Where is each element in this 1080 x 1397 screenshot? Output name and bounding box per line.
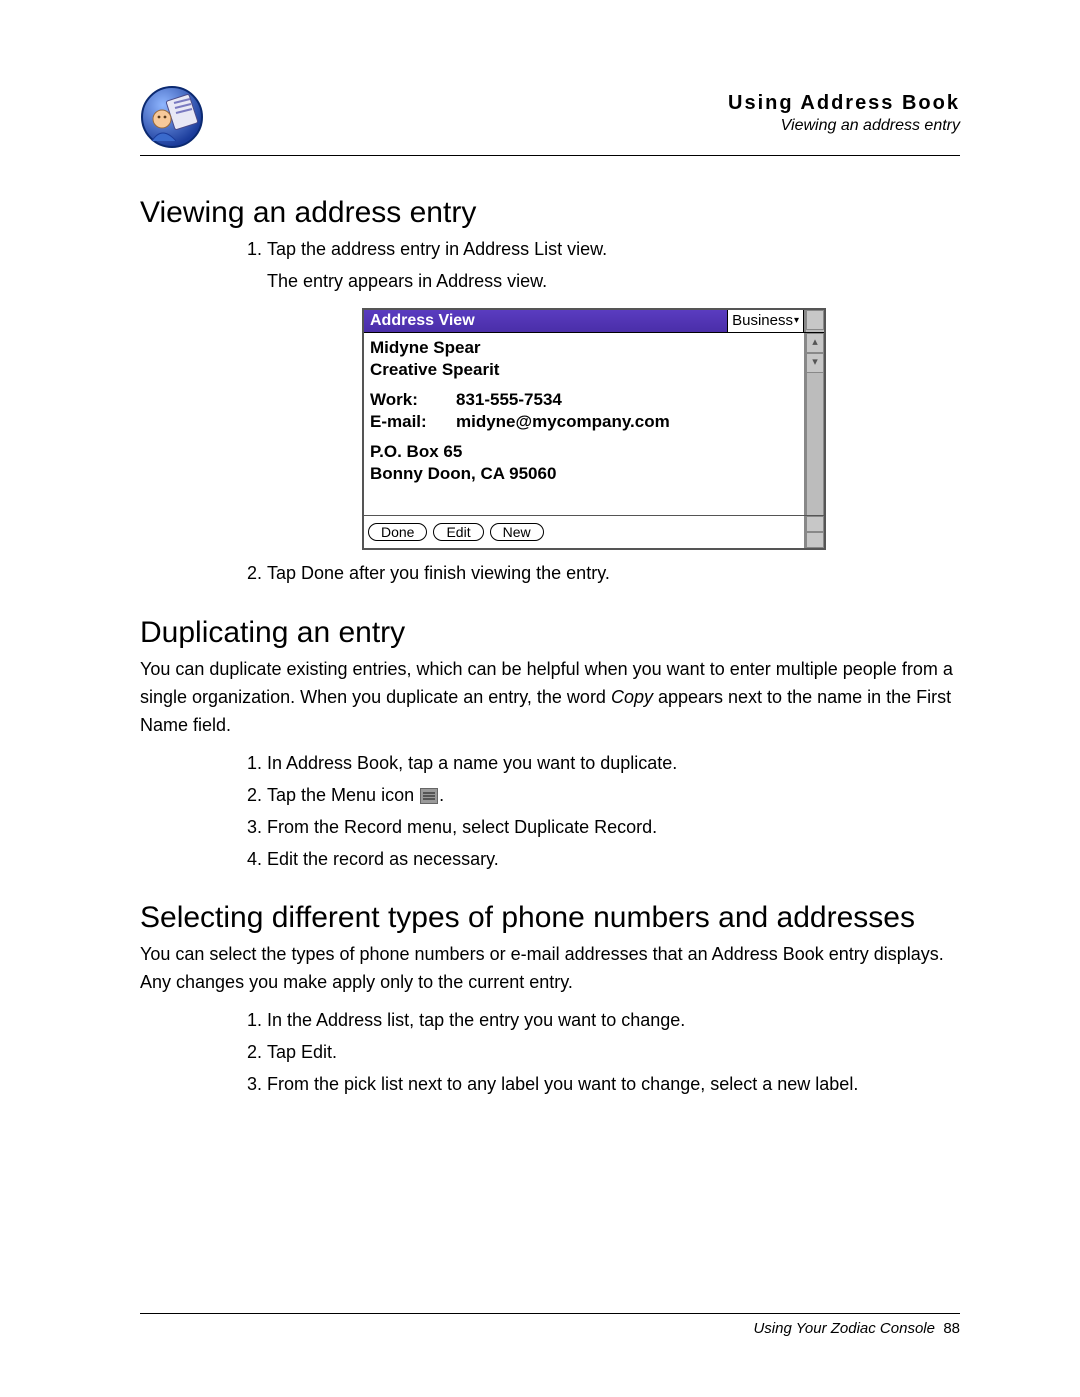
selecting-intro: You can select the types of phone number…	[140, 941, 960, 997]
duplicating-step-1: In Address Book, tap a name you want to …	[267, 750, 960, 778]
pda-contact-name: Midyne Spear	[370, 337, 798, 359]
address-book-icon	[140, 85, 204, 149]
pda-category-picker[interactable]: Business▾	[728, 310, 804, 332]
pda-edit-button[interactable]: Edit	[433, 523, 483, 541]
pda-email-label: E-mail:	[370, 411, 440, 433]
pda-scrollbar[interactable]: ▴ ▾	[804, 333, 824, 516]
section-heading-selecting: Selecting different types of phone numbe…	[140, 901, 960, 935]
address-view-screenshot: Address View Business▾ Midyne Spear Crea…	[362, 308, 826, 551]
menu-icon	[420, 788, 438, 804]
pda-corner-button[interactable]	[806, 310, 824, 330]
viewing-step-1: Tap the address entry in Address List vi…	[267, 236, 960, 296]
pda-work-value: 831-555-7534	[456, 389, 562, 411]
section-heading-viewing: Viewing an address entry	[140, 196, 960, 230]
pda-bottom-button-2[interactable]	[806, 532, 824, 548]
selecting-step-1: In the Address list, tap the entry you w…	[267, 1007, 960, 1035]
duplicating-step-4: Edit the record as necessary.	[267, 846, 960, 874]
selecting-step-2: Tap Edit.	[267, 1039, 960, 1067]
duplicating-step-3: From the Record menu, select Duplicate R…	[267, 814, 960, 842]
pda-new-button[interactable]: New	[490, 523, 544, 541]
pda-title-bar: Address View	[364, 310, 728, 332]
chapter-title: Using Address Book	[728, 91, 960, 116]
scroll-down-icon[interactable]: ▾	[806, 353, 824, 373]
dropdown-icon: ▾	[794, 315, 799, 326]
page-footer: Using Your Zodiac Console 88	[140, 1313, 960, 1337]
chapter-subtitle: Viewing an address entry	[728, 116, 960, 136]
scroll-up-icon[interactable]: ▴	[806, 333, 824, 353]
duplicating-step-2: Tap the Menu icon .	[267, 782, 960, 810]
page-number: 88	[943, 1320, 960, 1337]
pda-contact-company: Creative Spearit	[370, 359, 798, 381]
pda-address-line1: P.O. Box 65	[370, 441, 798, 463]
viewing-step1-result: The entry appears in Address view.	[267, 268, 960, 296]
pda-bottom-button-1[interactable]	[806, 516, 824, 532]
selecting-step-3: From the pick list next to any label you…	[267, 1071, 960, 1099]
pda-done-button[interactable]: Done	[368, 523, 427, 541]
viewing-step-2: Tap Done after you finish viewing the en…	[267, 560, 960, 588]
section-heading-duplicating: Duplicating an entry	[140, 616, 960, 650]
pda-address-line2: Bonny Doon, CA 95060	[370, 463, 798, 485]
pda-work-label: Work:	[370, 389, 440, 411]
duplicating-intro: You can duplicate existing entries, whic…	[140, 656, 960, 740]
pda-email-value: midyne@mycompany.com	[456, 411, 670, 433]
